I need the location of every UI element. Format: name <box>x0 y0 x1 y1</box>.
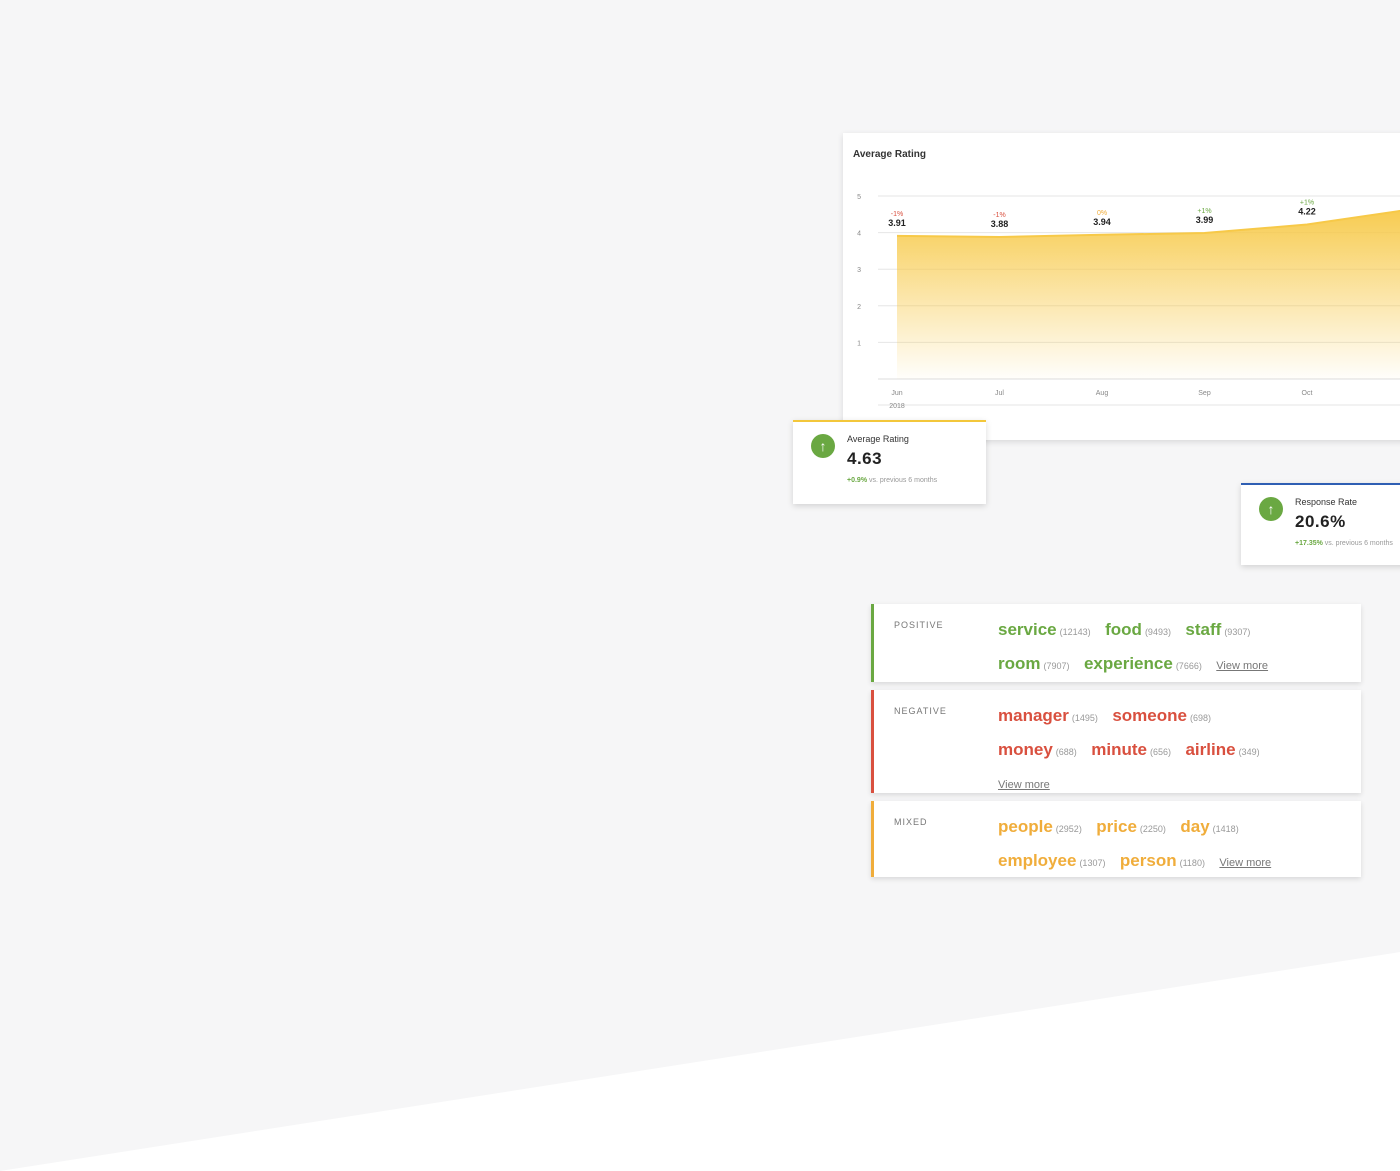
change-label: -1% <box>993 212 1005 219</box>
mixed-accent-bar <box>871 801 874 877</box>
x-year-label: 2018 <box>889 403 905 410</box>
data-label: 3.99 <box>1196 215 1214 225</box>
data-label: 3.94 <box>1093 217 1111 227</box>
topic-word[interactable]: money (688) <box>998 740 1077 759</box>
view-more-link[interactable]: View more <box>1216 660 1268 672</box>
category-label: MIXED <box>894 817 928 827</box>
change-label: +1% <box>1300 200 1314 207</box>
topic-word[interactable]: someone (698) <box>1112 706 1211 725</box>
y-tick-label: 1 <box>857 340 861 347</box>
topic-word[interactable]: price (2250) <box>1096 817 1166 836</box>
y-tick-label: 5 <box>857 194 861 201</box>
positive-accent-bar <box>871 604 874 682</box>
data-label: 3.88 <box>991 219 1009 229</box>
negative-topics-panel: NEGATIVE manager (1495) someone (698) mone… <box>871 690 1361 793</box>
positive-topics-panel: POSITIVE service (12143) food (9493) staff… <box>871 604 1361 682</box>
average-rating-stat-card: ↑ Average Rating 4.63 +0.9% vs. previous… <box>793 420 986 504</box>
topic-word[interactable]: minute (656) <box>1091 740 1171 759</box>
arrow-up-icon: ↑ <box>1259 497 1283 521</box>
stat-value: 4.63 <box>847 449 883 468</box>
topic-words: manager (1495) someone (698) money (688) mi… <box>998 700 1338 799</box>
topic-word[interactable]: employee (1307) <box>998 851 1105 870</box>
category-label: POSITIVE <box>894 620 944 630</box>
data-label: 3.91 <box>888 218 906 228</box>
stat-delta: +17.35% vs. previous 6 months <box>1295 540 1393 547</box>
y-tick-label: 3 <box>857 267 861 274</box>
x-tick-label: Jun <box>891 390 902 397</box>
topic-word[interactable]: day (1418) <box>1180 817 1238 836</box>
view-more-link[interactable]: View more <box>1219 857 1271 869</box>
arrow-up-icon: ↑ <box>811 434 835 458</box>
topic-word[interactable]: staff (9307) <box>1185 620 1250 639</box>
x-tick-label: Jul <box>995 390 1004 397</box>
stat-label: Response Rate <box>1295 497 1358 507</box>
stat-label: Average Rating <box>847 434 909 444</box>
topic-word[interactable]: person (1180) <box>1120 851 1205 870</box>
topic-word[interactable]: experience (7666) <box>1084 654 1202 673</box>
y-tick-label: 2 <box>857 304 861 311</box>
topic-words: service (12143) food (9493) staff (9307) ro… <box>998 614 1338 682</box>
stat-delta-text: vs. previous 6 months <box>1324 540 1393 547</box>
average-rating-chart-card: Average Rating 1 2 3 4 5 3.91 -1% 3.88 -1% 3.94 0%… <box>843 133 1400 440</box>
change-label: -1% <box>891 211 903 218</box>
y-tick-label: 4 <box>857 231 861 238</box>
topic-word[interactable]: airline (349) <box>1185 740 1259 759</box>
topic-word[interactable]: room (7907) <box>998 654 1070 673</box>
mixed-topics-panel: MIXED people (2952) price (2250) day (1418)… <box>871 801 1361 877</box>
negative-accent-bar <box>871 690 874 793</box>
topic-word[interactable]: manager (1495) <box>998 706 1098 725</box>
stat-delta: +0.9% vs. previous 6 months <box>847 477 937 484</box>
stat-value: 20.6% <box>1295 512 1346 531</box>
average-rating-chart: 123453.91-1%3.88-1%3.940%3.99+1%4.22+1%4… <box>857 194 1400 410</box>
topic-word[interactable]: food (9493) <box>1105 620 1171 639</box>
stat-delta-text: vs. previous 6 months <box>869 477 938 484</box>
response-rate-stat-card: ↑ Response Rate 20.6% +17.35% vs. previo… <box>1241 483 1400 565</box>
x-tick-label: Sep <box>1198 390 1211 397</box>
topic-word[interactable]: people (2952) <box>998 817 1082 836</box>
topic-words: people (2952) price (2250) day (1418) emplo… <box>998 811 1338 879</box>
change-label: 0% <box>1097 210 1107 217</box>
data-label: 4.22 <box>1298 207 1316 217</box>
topic-word[interactable]: service (12143) <box>998 620 1091 639</box>
change-label: +1% <box>1197 208 1211 215</box>
view-more-link[interactable]: View more <box>998 775 1050 795</box>
stat-delta-pct: +0.9% <box>847 477 868 484</box>
x-tick-label: Oct <box>1302 390 1313 397</box>
x-tick-label: Aug <box>1096 390 1109 397</box>
category-label: NEGATIVE <box>894 706 947 716</box>
stat-delta-pct: +17.35% <box>1295 540 1323 547</box>
